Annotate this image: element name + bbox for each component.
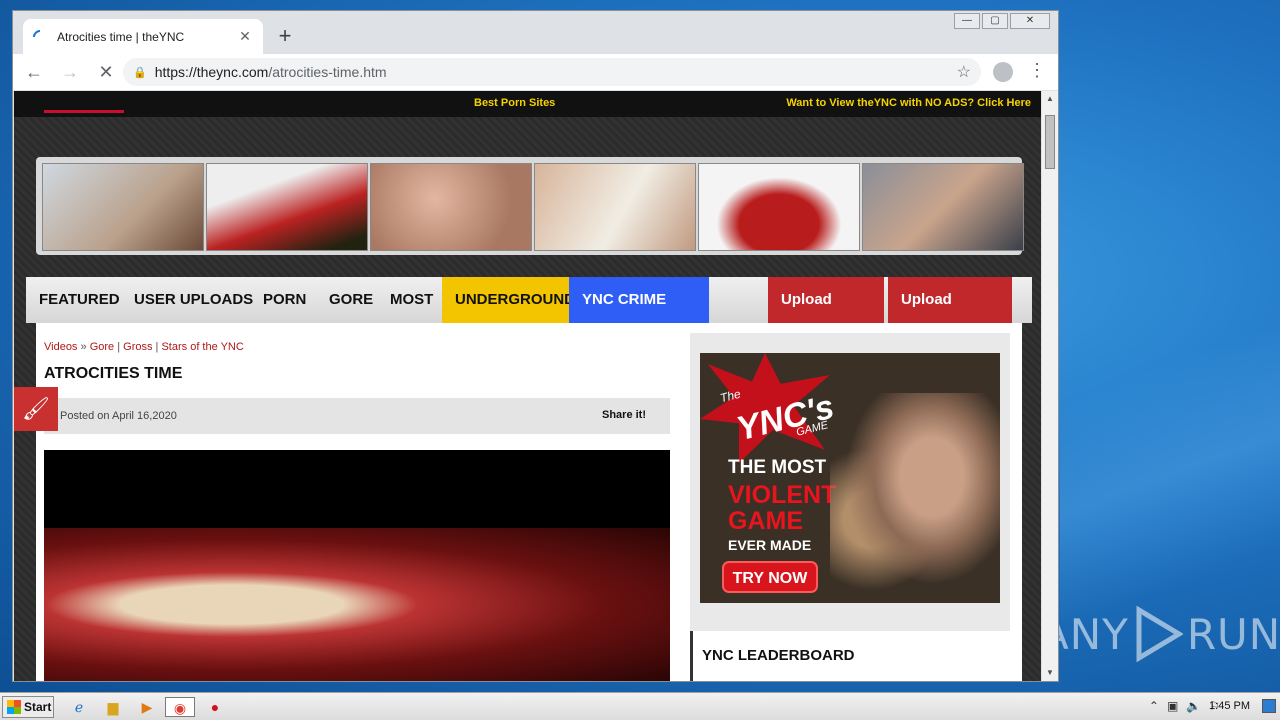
- leaderboard-heading-box: YNC LEADERBOARD: [690, 631, 1010, 681]
- network-icon[interactable]: ▣: [1167, 699, 1178, 713]
- explorer-folder-icon[interactable]: ▆: [102, 697, 124, 717]
- anyrun-watermark: ANY RUN: [1040, 606, 1280, 662]
- nav-gore[interactable]: GORE: [316, 277, 386, 323]
- url-text[interactable]: https://theync.com/atrocities-time.htm: [155, 64, 957, 80]
- ie-icon[interactable]: ℯ: [68, 697, 90, 717]
- tab-close-icon[interactable]: ✕: [237, 28, 253, 45]
- start-label: Start: [24, 700, 52, 714]
- scroll-up-icon[interactable]: ▲: [1042, 91, 1058, 107]
- breadcrumb-sep: »: [80, 341, 87, 353]
- video-player[interactable]: [44, 450, 670, 681]
- leaderboard-heading: YNC LEADERBOARD: [702, 647, 855, 664]
- window-controls: — ▢ ✕: [952, 13, 1050, 29]
- breadcrumb-sep: |: [117, 341, 121, 353]
- nav-underground[interactable]: UNDERGROUND: [442, 277, 575, 323]
- nav-featured[interactable]: FEATURED: [26, 277, 133, 323]
- url-path: /atrocities-time.htm: [268, 64, 387, 80]
- back-button[interactable]: ←: [19, 62, 49, 83]
- tab-title: Atrocities time | theYNC: [57, 29, 185, 44]
- nav-porn[interactable]: PORN: [250, 277, 319, 323]
- nav-most[interactable]: MOST: [377, 277, 446, 323]
- upload-video-button[interactable]: Upload Video: [768, 277, 884, 354]
- ad-line-3: GAME: [728, 507, 803, 535]
- ync-game-ad[interactable]: The YNC's GAME THE MOST VIOLENT GAME EVE…: [700, 353, 1000, 603]
- new-tab-button[interactable]: +: [271, 23, 299, 51]
- site-topbar: Best Porn Sites Want to View theYNC with…: [14, 91, 1041, 117]
- breadcrumb: Videos » Gore | Gross | Stars of the YNC: [44, 341, 244, 353]
- breadcrumb-videos[interactable]: Videos: [44, 341, 77, 353]
- chrome-icon[interactable]: ◉: [165, 697, 195, 717]
- tab-strip: Atrocities time | theYNC ✕ + — ▢ ✕: [13, 11, 1058, 54]
- taskbar-clock[interactable]: 1:45 PM: [1209, 700, 1250, 712]
- bookmark-star-icon[interactable]: ☆: [957, 62, 971, 82]
- thumbnail[interactable]: [370, 163, 532, 251]
- site-nav: FEATURED USER UPLOADS PORN GORE MOST UND…: [26, 277, 1032, 354]
- ad-line-2: VIOLENT: [728, 481, 837, 509]
- browser-window: Atrocities time | theYNC ✕ + — ▢ ✕ ← → ✕…: [12, 10, 1059, 682]
- page-title: ATROCITIES TIME: [44, 365, 183, 382]
- play-logo-icon: [1136, 606, 1183, 662]
- ad-line-4: EVER MADE: [728, 537, 812, 553]
- share-button[interactable]: Share it!: [602, 409, 646, 421]
- windows-flag-icon: [7, 700, 21, 714]
- thumbnail-strip: [36, 157, 1024, 255]
- nav-ync-crime-blog[interactable]: YNC CRIME BLOG: [569, 277, 709, 354]
- page-scrollbar[interactable]: ▲ ▼: [1042, 91, 1058, 681]
- loading-spinner-icon: [30, 26, 50, 47]
- scrollbar-thumb[interactable]: [1045, 115, 1055, 169]
- minimize-button[interactable]: —: [954, 13, 980, 29]
- thumbnail[interactable]: [42, 163, 204, 251]
- breadcrumb-gore[interactable]: Gore: [90, 341, 114, 353]
- breadcrumb-gross[interactable]: Gross: [123, 341, 152, 353]
- start-button[interactable]: Start: [2, 696, 54, 718]
- thumbnail[interactable]: [206, 163, 368, 251]
- url-host: https://theync.com: [154, 64, 269, 80]
- site-logo[interactable]: [44, 91, 124, 113]
- media-player-icon[interactable]: ▶: [136, 697, 158, 717]
- no-ads-link[interactable]: Want to View theYNC with NO ADS? Click H…: [786, 97, 1031, 109]
- upload-photos-button[interactable]: Upload Photos: [888, 277, 1012, 354]
- paintbrush-icon[interactable]: 🖌: [14, 387, 58, 431]
- browser-toolbar: ← → ✕ 🔒 https://theync.com/atrocities-ti…: [13, 54, 1058, 90]
- volume-icon[interactable]: 🔈: [1186, 699, 1201, 713]
- tab-atrocities-time[interactable]: Atrocities time | theYNC ✕: [23, 19, 263, 54]
- stop-reload-button[interactable]: ✕: [91, 62, 121, 83]
- posted-date: Posted on April 16,2020: [60, 410, 177, 422]
- breadcrumb-sep: |: [155, 341, 159, 353]
- show-desktop-button[interactable]: [1262, 699, 1276, 713]
- post-meta-bar: Posted on April 16,2020 Share it!: [44, 398, 670, 434]
- forward-button[interactable]: →: [55, 62, 85, 83]
- lock-icon: 🔒: [133, 66, 147, 79]
- ad-line-1: THE MOST: [728, 457, 827, 478]
- thumbnail[interactable]: [862, 163, 1024, 251]
- close-window-button[interactable]: ✕: [1010, 13, 1050, 29]
- scroll-down-icon[interactable]: ▼: [1042, 665, 1058, 681]
- profile-avatar-icon[interactable]: [993, 62, 1013, 82]
- opera-icon[interactable]: ●: [204, 697, 226, 717]
- thumbnail[interactable]: [534, 163, 696, 251]
- nav-user-uploads[interactable]: USER UPLOADS: [121, 277, 266, 323]
- page-viewport: Best Porn Sites Want to View theYNC with…: [14, 91, 1041, 681]
- taskbar: Start ℯ ▆ ▶ ◉ ● ⌃ ▣ 🔈 ⚐ 1:45 PM: [0, 692, 1280, 720]
- ad-artwork: [830, 393, 1000, 603]
- try-now-button[interactable]: TRY NOW: [722, 561, 818, 593]
- best-porn-sites-link[interactable]: Best Porn Sites: [474, 97, 555, 109]
- maximize-button[interactable]: ▢: [982, 13, 1008, 29]
- watermark-right: RUN: [1186, 609, 1280, 659]
- thumbnail[interactable]: [698, 163, 860, 251]
- address-bar[interactable]: 🔒 https://theync.com/atrocities-time.htm…: [123, 58, 981, 86]
- sidebar: The YNC's GAME THE MOST VIOLENT GAME EVE…: [690, 333, 1010, 681]
- main-content: Videos » Gore | Gross | Stars of the YNC…: [36, 323, 1022, 681]
- breadcrumb-stars[interactable]: Stars of the YNC: [161, 341, 243, 353]
- browser-menu-icon[interactable]: ⋮: [1028, 60, 1046, 81]
- video-frame: [44, 528, 670, 681]
- tray-expand-icon[interactable]: ⌃: [1149, 699, 1159, 713]
